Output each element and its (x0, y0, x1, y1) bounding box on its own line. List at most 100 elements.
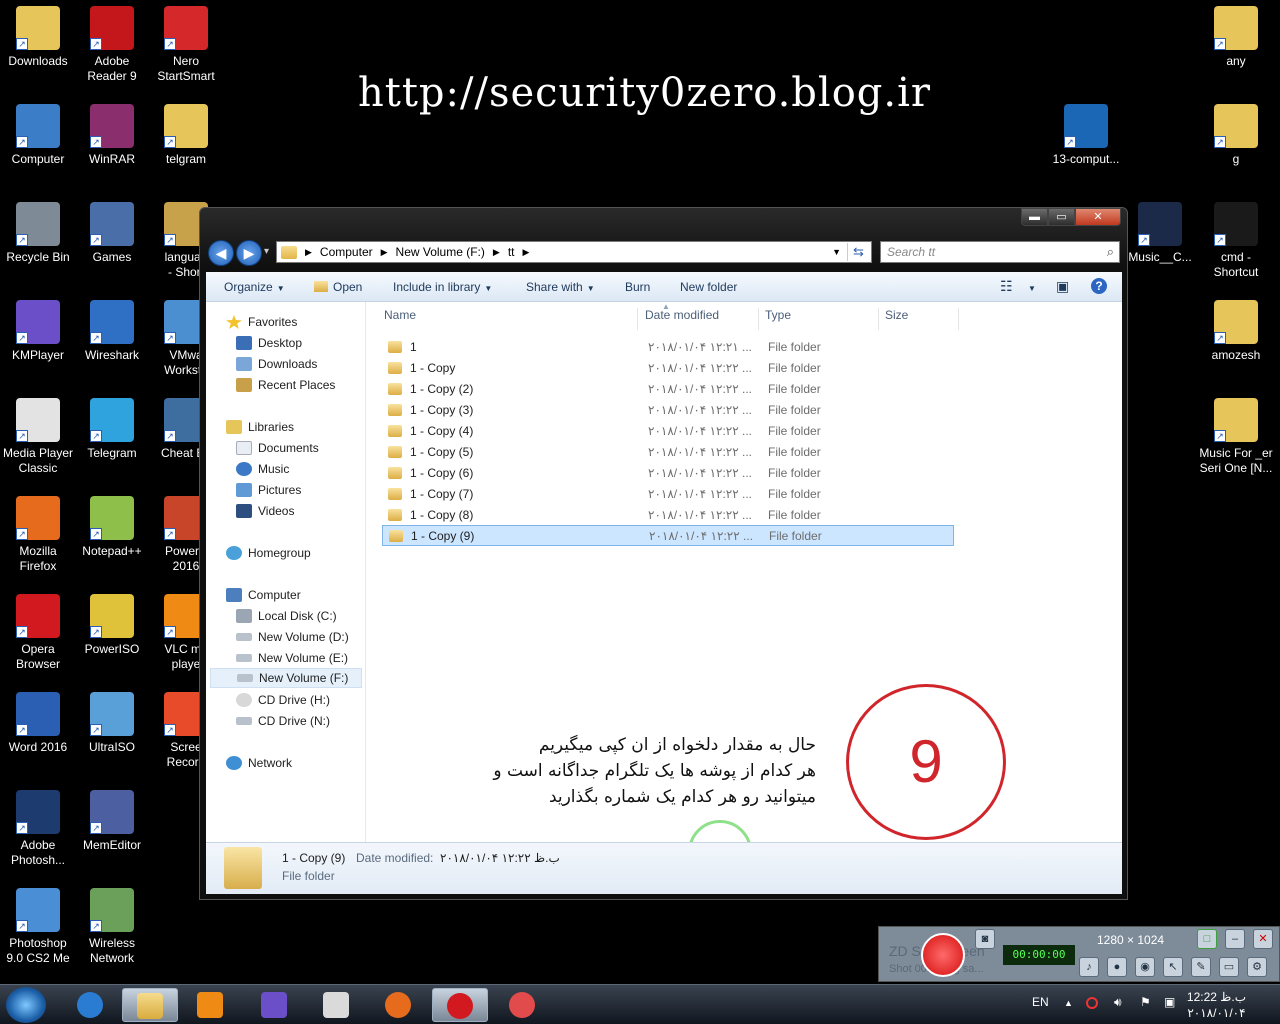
cursor-icon[interactable]: ↖ (1163, 957, 1183, 977)
region-icon[interactable]: □ (1197, 929, 1217, 949)
table-row[interactable]: 1 ۲۰۱۸/۰۱/۰۴ ۱۲:۲۱ ... File folder (382, 336, 954, 357)
preview-pane-icon[interactable]: ▣ (1056, 278, 1069, 295)
minimize-button[interactable]: ▬ (1021, 208, 1048, 226)
screen-recorder-widget[interactable]: ZD Soft Screen Shot 0011.png sa... ◙ 00:… (878, 926, 1280, 982)
desktop-icon-media-player-classic[interactable]: ↗ Media Player Classic (0, 398, 76, 478)
pen-icon[interactable]: ✎ (1191, 957, 1211, 977)
speaker-icon[interactable]: ♪ (1079, 957, 1099, 977)
desktop-icon-wireshark[interactable]: ↗ Wireshark (74, 300, 150, 380)
breadcrumb-separator[interactable]: ▶ (493, 247, 500, 258)
forward-button[interactable]: ▶ (236, 240, 262, 266)
desktop-icon-telgram[interactable]: ↗ telgram (148, 104, 224, 184)
desktop-icon-cmd[interactable]: ↗ cmd - Shortcut (1198, 202, 1274, 282)
taskbar-internet-explorer[interactable] (62, 988, 118, 1022)
taskbar-windows-explorer[interactable] (122, 988, 178, 1022)
nav-new-volume-f[interactable]: New Volume (F:) (210, 668, 362, 688)
webcam-icon[interactable]: ◉ (1135, 957, 1155, 977)
desktop-icon-photoshop-cs2[interactable]: ↗ Photoshop 9.0 CS2 Me (0, 888, 76, 968)
desktop-icon-any[interactable]: ↗ any (1198, 6, 1274, 86)
desktop-icon-g[interactable]: ↗ g (1198, 104, 1274, 184)
desktop-icon-memeditor[interactable]: ↗ MemEditor (74, 790, 150, 870)
desktop-icon-13-computer[interactable]: ↗ 13-comput... (1048, 104, 1124, 184)
network-tray-icon[interactable]: ▣ (1164, 995, 1175, 1009)
taskbar-media-player[interactable] (182, 988, 238, 1022)
table-row[interactable]: 1 - Copy (3) ۲۰۱۸/۰۱/۰۴ ۱۲:۲۲ ... File fol… (382, 399, 954, 420)
desktop-icon-music-for[interactable]: ↗ Music For _er Seri One [N... (1198, 398, 1274, 478)
search-icon[interactable]: ⌕ (1107, 244, 1114, 260)
desktop-icon-winrar[interactable]: ↗ WinRAR (74, 104, 150, 184)
nav-documents[interactable]: Documents (236, 438, 319, 458)
history-dropdown[interactable]: ▾ (264, 246, 269, 257)
start-button[interactable] (6, 987, 46, 1023)
column-header-type[interactable]: Type (765, 308, 879, 330)
desktop-icon-nero[interactable]: ↗ Nero StartSmart (148, 6, 224, 86)
address-dropdown-icon[interactable]: ▼ (832, 247, 841, 257)
desktop-icon-computer[interactable]: ↗ Computer (0, 104, 76, 184)
close-icon[interactable]: ✕ (1253, 929, 1273, 949)
table-row[interactable]: 1 - Copy (4) ۲۰۱۸/۰۱/۰۴ ۱۲:۲۲ ... File fol… (382, 420, 954, 441)
desktop-icon-word[interactable]: ↗ Word 2016 (0, 692, 76, 772)
include-in-library-button[interactable]: Include in library ▼ (393, 280, 492, 294)
camera-icon[interactable]: ◙ (975, 929, 995, 949)
nav-videos[interactable]: Videos (236, 501, 294, 521)
column-header-date-modified[interactable]: Date modified (645, 308, 759, 330)
desktop-icon-adobe-reader[interactable]: ↗ Adobe Reader 9 (74, 6, 150, 86)
breadcrumb-separator[interactable]: ▶ (381, 247, 388, 258)
volume-icon[interactable]: 🔊︎ (1114, 995, 1122, 1010)
table-row[interactable]: 1 - Copy (5) ۲۰۱۸/۰۱/۰۴ ۱۲:۲۲ ... File fol… (382, 441, 954, 462)
nav-network[interactable]: Network (226, 753, 292, 773)
nav-favorites[interactable]: Favorites (226, 312, 297, 332)
nav-downloads[interactable]: Downloads (236, 354, 317, 374)
table-row[interactable]: 1 - Copy (6) ۲۰۱۸/۰۱/۰۴ ۱۲:۲۲ ... File fol… (382, 462, 954, 483)
help-icon[interactable]: ? (1091, 278, 1107, 294)
nav-recent-places[interactable]: Recent Places (236, 375, 335, 395)
taskbar-snipping-tool[interactable] (494, 988, 550, 1022)
desktop-icon-poweriso[interactable]: ↗ PowerISO (74, 594, 150, 674)
record-button[interactable] (921, 933, 965, 977)
burn-button[interactable]: Burn (625, 280, 650, 294)
desktop-icon-ultraiso[interactable]: ↗ UltraISO (74, 692, 150, 772)
breadcrumb-separator[interactable]: ▶ (305, 247, 312, 258)
column-header-name[interactable]: Name (384, 308, 638, 330)
desktop-icon-downloads[interactable]: ↗ Downloads (0, 6, 76, 86)
desktop-icon-music-c[interactable]: ↗ Music__C... (1122, 202, 1198, 282)
system-clock[interactable]: 12:22 ب.ظ ۲۰۱۸/۰۱/۰۴ (1187, 989, 1246, 1021)
breadcrumb-new-volume-f[interactable]: New Volume (F:) (396, 245, 485, 259)
desktop-icon-amozesh[interactable]: ↗ amozesh (1198, 300, 1274, 380)
desktop-icon-telegram[interactable]: ↗ Telegram (74, 398, 150, 478)
share-with-button[interactable]: Share with ▼ (526, 280, 595, 294)
nav-pictures[interactable]: Pictures (236, 480, 301, 500)
desktop-icon-games[interactable]: ↗ Games (74, 202, 150, 282)
desktop-icon-photoshop[interactable]: ↗ Adobe Photosh... (0, 790, 76, 870)
explorer-window[interactable]: ▬ ▭ ✕ ◀ ▶ ▾ ▶ Computer ▶ New Volume (F:)… (199, 207, 1128, 900)
gear-icon[interactable]: ⚙ (1247, 957, 1267, 977)
organize-button[interactable]: Organize ▼ (224, 280, 285, 294)
action-center-flag-icon[interactable]: ⚑ (1140, 995, 1151, 1009)
tray-expand-icon[interactable]: ▲ (1064, 998, 1073, 1008)
breadcrumb-separator[interactable]: ▶ (522, 247, 529, 258)
nav-music[interactable]: Music (236, 459, 289, 479)
desktop-icon-wireless-network[interactable]: ↗ Wireless Network (74, 888, 150, 968)
nav-computer[interactable]: Computer (226, 585, 301, 605)
nav-cd-drive-n[interactable]: CD Drive (N:) (236, 711, 330, 731)
minimize-icon[interactable]: – (1225, 929, 1245, 949)
close-button[interactable]: ✕ (1075, 208, 1121, 226)
new-folder-button[interactable]: New folder (680, 280, 737, 294)
nav-new-volume-e[interactable]: New Volume (E:) (236, 648, 348, 668)
refresh-icon[interactable]: ⇆ (847, 243, 869, 261)
breadcrumb-computer[interactable]: Computer (320, 245, 373, 259)
nav-new-volume-d[interactable]: New Volume (D:) (236, 627, 349, 647)
taskbar-opera[interactable] (432, 988, 488, 1022)
breadcrumb-tt[interactable]: tt (508, 245, 515, 259)
back-button[interactable]: ◀ (208, 240, 234, 266)
view-options-icon[interactable]: ☷ (1000, 278, 1013, 295)
table-row[interactable]: 1 - Copy (7) ۲۰۱۸/۰۱/۰۴ ۱۲:۲۲ ... File fol… (382, 483, 954, 504)
desktop-icon-firefox[interactable]: ↗ Mozilla Firefox (0, 496, 76, 576)
desktop-icon-recycle-bin[interactable]: ↗ Recycle Bin (0, 202, 76, 282)
table-row[interactable]: 1 - Copy (2) ۲۰۱۸/۰۱/۰۴ ۱۲:۲۲ ... File fol… (382, 378, 954, 399)
microphone-icon[interactable]: ● (1107, 957, 1127, 977)
nav-homegroup[interactable]: Homegroup (226, 543, 311, 563)
taskbar-firefox[interactable] (370, 988, 426, 1022)
recorder-tray-icon[interactable] (1086, 997, 1098, 1009)
desktop-icon-opera[interactable]: ↗ Opera Browser (0, 594, 76, 674)
